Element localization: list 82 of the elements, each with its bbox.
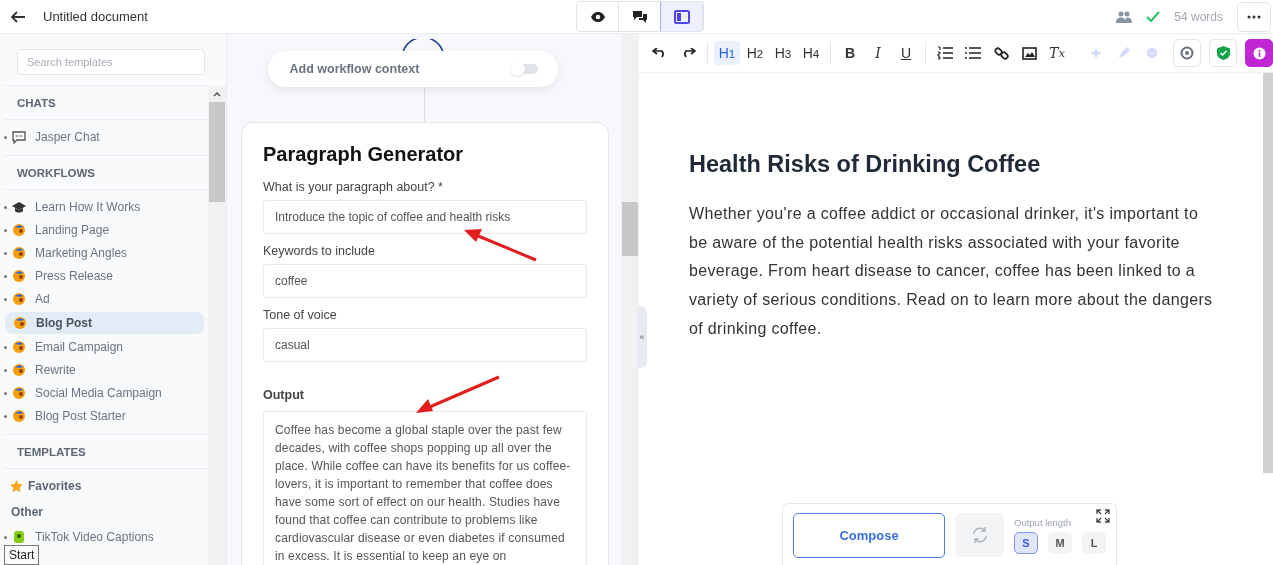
workflow-context-label: Add workflow context [289, 62, 421, 76]
mascot-icon [12, 409, 26, 423]
field-label: Keywords to include [263, 244, 376, 258]
length-option[interactable]: M [1048, 531, 1072, 554]
link-icon [993, 45, 1009, 61]
mascot-icon [13, 316, 27, 330]
mascot-icon [12, 292, 26, 306]
scrollbar-thumb[interactable] [622, 202, 638, 256]
star-icon [10, 479, 23, 493]
shield-icon [1216, 46, 1230, 60]
input-field[interactable]: casual [263, 328, 587, 362]
more-icon [1247, 14, 1261, 19]
toggle-switch[interactable] [513, 64, 538, 74]
ring-icon [1180, 46, 1194, 60]
field-label: What is your paragraph about? * [263, 180, 444, 194]
mascot-icon [12, 246, 26, 260]
people-icon[interactable] [1116, 10, 1133, 23]
mascot-icon [12, 386, 26, 400]
pen-icon [1118, 47, 1130, 59]
output-length-label: Output length [1014, 516, 1073, 528]
output-text[interactable]: Coffee has become a global staple over the past few decades, with coffee shops popping up all over the place. While coffee can have its benefits for us coffee-lovers, it is important to remember that coffee does have some sort of effect on our health. Studies have found that coffee can contribute to problems like cardiovascular disease or even diabetes if consumed in excess. It is essential to keep an eye on [263, 411, 587, 565]
scrollbar[interactable] [621, 34, 639, 565]
input-field[interactable]: Introduce the topic of coffee and health risks [263, 200, 587, 234]
bold-button[interactable]: B [837, 41, 863, 65]
mascot-icon [12, 223, 26, 237]
other-label: Other [10, 504, 44, 521]
preview-mode-button[interactable] [577, 2, 619, 31]
circle-icon [1146, 47, 1158, 59]
mascot-icon [12, 530, 26, 544]
sidebar-item[interactable]: Learn How It Works [4, 197, 204, 217]
mascot-icon [12, 340, 26, 354]
document-paragraph: Whether you're a coffee addict or occasional drinker, it's important to be aware of the potential health risks associated with your favorite beverage. From heart disease to cancer, coffee has been linked to a variety of serious conditions. Read on to learn more about the dangers of drinking coffee. [689, 204, 1214, 339]
image-icon [1021, 46, 1037, 60]
sidebar-item[interactable]: Blog Post Starter [4, 406, 204, 426]
document-title: Untitled document [43, 9, 148, 24]
field-label: Tone of voice [263, 308, 338, 322]
length-option[interactable]: L [1082, 531, 1106, 554]
scrollbar[interactable] [208, 86, 226, 565]
info-button[interactable] [1245, 39, 1273, 67]
tooltip: Start [4, 545, 40, 565]
back-arrow-icon[interactable] [10, 9, 26, 24]
mascot-icon [12, 269, 26, 283]
expand-icon[interactable] [1096, 509, 1110, 523]
underline-button[interactable]: U [893, 41, 919, 65]
input-field[interactable]: coffee [263, 264, 587, 298]
info-icon [1252, 46, 1266, 60]
sidebar-item[interactable]: Landing Page [4, 220, 204, 240]
length-option[interactable]: S [1014, 531, 1038, 554]
at-button[interactable] [1173, 39, 1201, 67]
sidebar-item[interactable]: Press Release [4, 266, 204, 286]
chat-icon [12, 130, 26, 144]
numbered-list-icon [937, 46, 953, 60]
sparkle-icon [1090, 47, 1102, 59]
eye-icon [589, 10, 606, 23]
layout-mode-button[interactable] [661, 2, 703, 31]
italic-button[interactable]: I [865, 41, 891, 65]
sidebar-item[interactable]: Marketing Angles [4, 243, 204, 263]
graduation-cap-icon [12, 201, 26, 213]
output-label: Output [263, 388, 305, 402]
word-count: 54 words [1174, 9, 1223, 24]
bullet-list-icon [965, 47, 981, 59]
sidebar-item[interactable]: Ad [4, 289, 204, 309]
sidebar-item[interactable]: Social Media Campaign [4, 383, 204, 403]
sidebar-item[interactable]: Blog Post [5, 312, 204, 334]
scrollbar[interactable] [1263, 73, 1273, 473]
sidebar-item[interactable]: Jasper Chat [4, 127, 204, 147]
compose-button[interactable]: Compose [793, 512, 945, 558]
document-heading: Health Risks of Drinking Coffee [689, 151, 1042, 178]
chat-bubbles-icon [631, 9, 648, 24]
sidebar-item[interactable]: TikTok Video Captions [4, 527, 204, 547]
favorites-label[interactable]: Favorites [28, 479, 82, 493]
panel-layout-icon [673, 9, 690, 24]
scrollbar-thumb[interactable] [209, 102, 225, 202]
mascot-icon [12, 363, 26, 377]
refresh-icon [970, 526, 989, 544]
card-title: Paragraph Generator [263, 143, 465, 166]
sidebar-item[interactable]: Email Campaign [4, 337, 204, 357]
sidebar-item[interactable]: Rewrite [4, 360, 204, 380]
search-field[interactable]: Search templates [17, 49, 205, 75]
check-icon [1146, 11, 1161, 22]
shield-button[interactable] [1209, 39, 1237, 67]
collapse-handle[interactable]: « [637, 306, 647, 368]
